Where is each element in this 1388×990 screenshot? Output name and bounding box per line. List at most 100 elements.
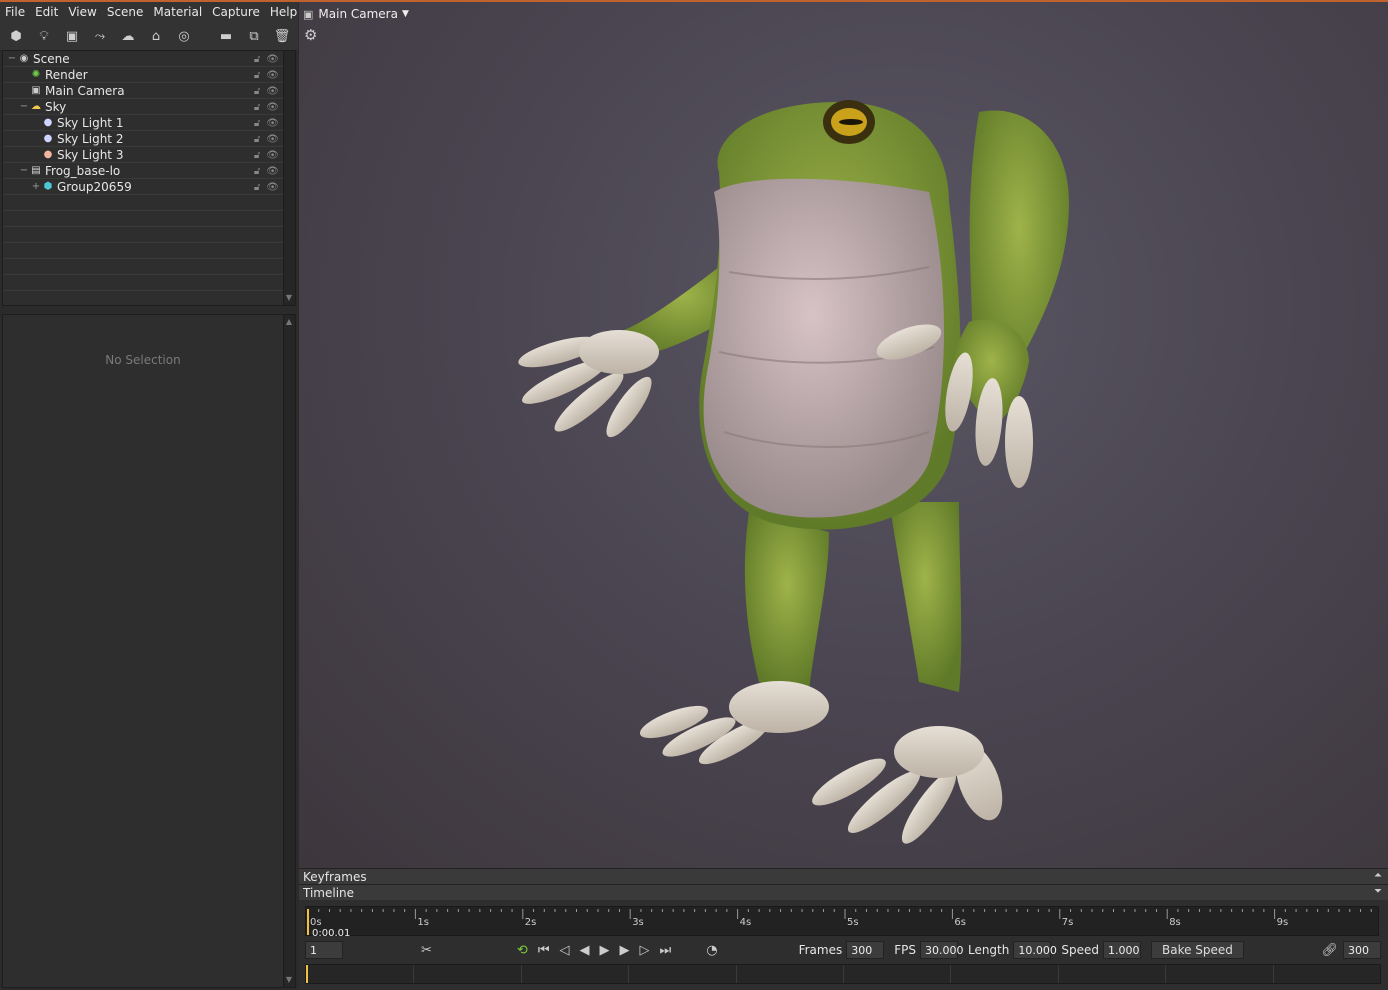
lock-icon[interactable]: 🔓︎ [254,150,260,161]
menu-scene[interactable]: Scene [102,2,149,22]
eye-icon[interactable]: 👁︎ [266,102,279,113]
properties-scrollbar[interactable]: ▲ ▼ [283,315,295,987]
lock-icon[interactable]: 🔓︎ [254,102,260,113]
trash-icon[interactable]: 🗑︎ [270,25,294,47]
tick-label: 5s [847,917,859,928]
loop-icon[interactable]: ⟲ [517,943,528,958]
duplicate-icon[interactable]: ⧉ [242,25,266,47]
3d-viewport[interactable]: ▣ Main Camera ▼ ⚙ [299,2,1388,868]
frames-label: Frames [798,943,843,957]
expander-icon[interactable]: + [31,181,41,192]
file-icon: ▤ [31,165,41,176]
length-field[interactable]: 10.000 [1013,941,1057,959]
eye-icon[interactable]: 👁︎ [266,118,279,129]
end-frame-field[interactable]: 300 [1343,941,1381,959]
scissors-icon[interactable]: ✂ [421,943,432,958]
expand-icon[interactable]: ⏶ [1374,870,1382,881]
link-icon[interactable]: 🔗︎ [1321,943,1338,958]
tick-label: 7s [1061,917,1074,928]
expander-icon[interactable]: − [7,53,17,64]
fps-field[interactable]: 30.000 [919,941,963,959]
row-tools: 🔓︎ 👁︎ [254,163,279,179]
menu-edit[interactable]: Edit [30,2,63,22]
light-bulb-warm-icon: ● [43,149,53,160]
menu-bar: File Edit View Scene Material Capture He… [0,2,298,22]
scroll-down-icon[interactable]: ▼ [284,293,294,303]
track-divider [1165,965,1167,983]
scroll-down-icon[interactable]: ▼ [284,975,294,985]
step-back-icon[interactable]: ◀ [580,943,590,958]
app-window: File Edit View Scene Material Capture He… [0,0,1388,990]
lock-icon[interactable]: 🔓︎ [254,70,260,81]
tree-scrollbar[interactable]: ▼ [283,51,295,305]
camera-selector[interactable]: ▣ Main Camera ▼ [303,4,409,24]
menu-file[interactable]: File [0,2,30,22]
scroll-up-icon[interactable]: ▲ [284,317,294,327]
lock-icon[interactable]: 🔓︎ [254,182,260,193]
lock-icon[interactable]: 🔓︎ [254,166,260,177]
lock-icon[interactable]: 🔓︎ [254,54,260,65]
folder-icon[interactable]: ▬ [214,25,238,47]
eye-icon[interactable]: 👁︎ [266,86,279,97]
collapse-icon[interactable]: ⏷ [1374,886,1382,897]
eye-icon[interactable]: 👁︎ [266,150,279,161]
shadow-catcher-icon[interactable]: ⌂ [144,25,168,47]
audio-icon[interactable]: ◎ [172,25,196,47]
row-tools: 🔓︎ 👁︎ [254,147,279,163]
speed-field[interactable]: 1.000 [1102,941,1141,959]
tree-item[interactable]: ● Sky Light 2 🔓︎ 👁︎ [3,131,295,147]
skip-end-icon[interactable]: ⏭ [660,943,672,958]
menu-view[interactable]: View [63,2,101,22]
row-tools: 🔓︎ 👁︎ [254,179,279,195]
tree-item[interactable]: ▣ Main Camera 🔓︎ 👁︎ [3,83,295,99]
light-icon[interactable]: 💡︎ [32,25,56,47]
sky-icon: ☁ [31,101,41,112]
tree-item[interactable]: ● Sky Light 3 🔓︎ 👁︎ [3,147,295,163]
keyframe-track[interactable] [305,964,1381,984]
lock-icon[interactable]: 🔓︎ [254,86,260,97]
tree-item[interactable]: − ◉ Scene 🔓︎ 👁︎ [3,51,295,67]
eye-icon[interactable]: 👁︎ [266,134,279,145]
lock-icon[interactable]: 🔓︎ [254,118,260,129]
frames-field[interactable]: 300 [846,941,885,959]
track-divider [1057,965,1059,983]
speed-gauge-icon[interactable]: ◔ [706,943,717,958]
lock-icon[interactable]: 🔓︎ [254,134,260,145]
camera-label: Main Camera [318,7,398,21]
expander-icon[interactable]: − [19,165,29,176]
gear-icon[interactable]: ⚙ [304,26,317,44]
menu-help[interactable]: Help [265,2,302,22]
turntable-icon[interactable]: ⤳ [88,25,112,47]
tree-empty-row [3,227,295,243]
time-ruler[interactable]: 0s 1s 2s 3s 4s 5s 6s 7s 8s 9s 0:00.01 [305,906,1379,939]
expander-icon[interactable]: − [19,101,29,112]
eye-icon[interactable]: 👁︎ [266,182,279,193]
sky-icon[interactable]: ☁ [116,25,140,47]
properties-panel: No Selection ▲ ▼ [2,314,296,988]
tree-item[interactable]: − ▤ Frog_base-lo 🔓︎ 👁︎ [3,163,295,179]
eye-icon[interactable]: 👁︎ [266,54,279,65]
play-icon[interactable]: ▶ [600,943,610,958]
current-frame-field[interactable]: 1 [305,941,343,959]
tree-empty-row [3,259,295,275]
playhead[interactable] [307,909,309,935]
keyframes-header[interactable]: Keyframes ⏶ [299,868,1388,884]
timeline-header[interactable]: Timeline ⏷ [299,884,1388,900]
eye-icon[interactable]: 👁︎ [266,166,279,177]
camera-icon[interactable]: ▣ [60,25,84,47]
mesh-icon[interactable]: ⬢ [4,25,28,47]
tree-item[interactable]: ● Sky Light 1 🔓︎ 👁︎ [3,115,295,131]
prev-key-icon[interactable]: ◁ [560,943,570,958]
skip-start-icon[interactable]: ⏮ [538,943,550,958]
bake-speed-button[interactable]: Bake Speed [1150,941,1244,959]
menu-material[interactable]: Material [148,2,207,22]
tree-item[interactable]: − ☁ Sky 🔓︎ 👁︎ [3,99,295,115]
tree-item[interactable]: + ⬢ Group20659 🔓︎ 👁︎ [3,179,295,195]
track-divider [950,965,952,983]
tree-item[interactable]: ✺ Render 🔓︎ 👁︎ [3,67,295,83]
next-key-icon[interactable]: ▷ [640,943,650,958]
tree-item-label: Scene [33,51,70,66]
step-forward-icon[interactable]: ▶ [620,943,630,958]
eye-icon[interactable]: 👁︎ [266,70,279,81]
menu-capture[interactable]: Capture [207,2,265,22]
